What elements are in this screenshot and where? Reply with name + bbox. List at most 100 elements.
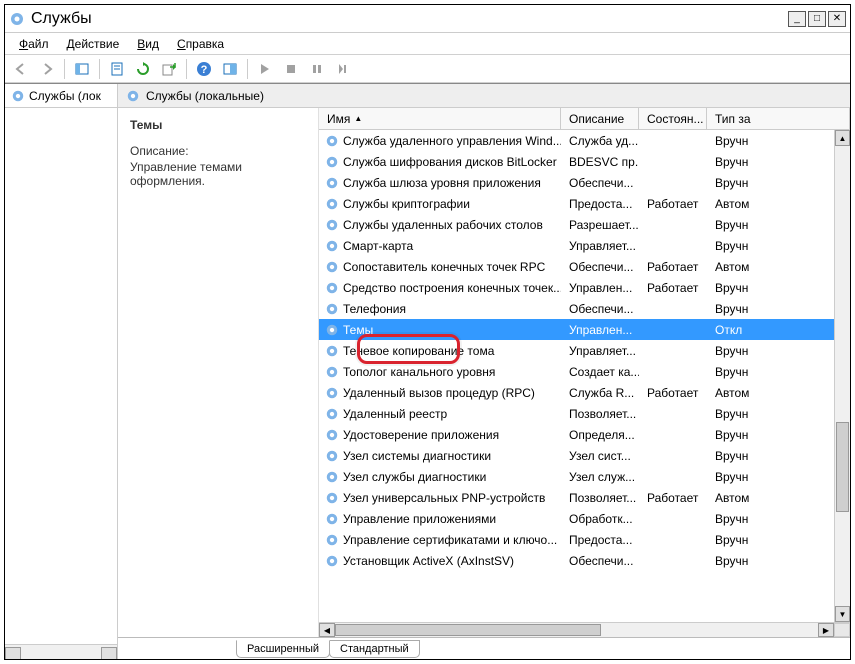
service-name: Темы — [343, 323, 373, 337]
stop-service-button[interactable] — [279, 57, 303, 81]
services-icon — [9, 11, 25, 27]
service-name: Узел системы диагностики — [343, 449, 491, 463]
service-desc: Узел сист... — [561, 449, 639, 463]
menubar: Файл Действие Вид Справка — [5, 33, 850, 55]
properties-button[interactable] — [105, 57, 129, 81]
gear-icon — [325, 155, 339, 169]
help-button[interactable]: ? — [192, 57, 216, 81]
service-startup: Вручн — [707, 554, 850, 568]
service-row[interactable]: Служба удаленного управления Wind...Служ… — [319, 130, 850, 151]
service-row[interactable]: ТемыУправлен...Откл — [319, 319, 850, 340]
column-status[interactable]: Состоян... — [639, 108, 707, 129]
menu-file[interactable]: Файл — [11, 35, 57, 53]
menu-help[interactable]: Справка — [169, 35, 232, 53]
service-row[interactable]: Узел системы диагностикиУзел сист...Вруч… — [319, 445, 850, 466]
gear-icon — [325, 449, 339, 463]
toolbar-panel-button[interactable] — [218, 57, 242, 81]
menu-view[interactable]: Вид — [129, 35, 167, 53]
service-status: Работает — [639, 197, 707, 211]
service-startup: Вручн — [707, 302, 850, 316]
maximize-button[interactable]: □ — [808, 11, 826, 27]
service-row[interactable]: Узел универсальных PNP-устройствПозволяе… — [319, 487, 850, 508]
column-desc[interactable]: Описание — [561, 108, 639, 129]
service-row[interactable]: Удаленный реестр Позволяет... Вручн — [319, 403, 850, 424]
service-row[interactable]: Сопоставитель конечных точек RPCОбеспечи… — [319, 256, 850, 277]
service-name: Установщик ActiveX (AxInstSV) — [343, 554, 514, 568]
column-name[interactable]: Имя▲ — [319, 108, 561, 129]
show-hide-tree-button[interactable] — [70, 57, 94, 81]
service-desc: Определя... — [561, 428, 639, 442]
service-desc: Позволяет... — [561, 407, 639, 421]
gear-icon — [325, 302, 339, 316]
gear-icon — [325, 134, 339, 148]
export-button[interactable] — [157, 57, 181, 81]
restart-service-button[interactable] — [331, 57, 355, 81]
service-row[interactable]: ТелефонияОбеспечи...Вручн — [319, 298, 850, 319]
gear-icon — [325, 386, 339, 400]
service-desc: Обеспечи... — [561, 554, 639, 568]
service-row[interactable]: Управление приложениямиОбработк...Вручн — [319, 508, 850, 529]
service-name: Служба шифрования дисков BitLocker — [343, 155, 557, 169]
tab-extended[interactable]: Расширенный — [236, 640, 330, 658]
list-h-scrollbar[interactable]: ◀ ▶ — [319, 622, 850, 637]
service-startup: Откл — [707, 323, 850, 337]
column-startup[interactable]: Тип за — [707, 108, 850, 129]
tree-root-item[interactable]: Службы (лок — [5, 84, 117, 108]
h-scroll-thumb[interactable] — [335, 624, 601, 636]
service-desc: Создает ка... — [561, 365, 639, 379]
service-name: Удаленный реестр — [343, 407, 447, 421]
service-row[interactable]: Удаленный вызов процедур (RPC)Служба R..… — [319, 382, 850, 403]
service-startup: Вручн — [707, 428, 850, 442]
service-row[interactable]: Служба шифрования дисков BitLockerBDESVC… — [319, 151, 850, 172]
window-title: Службы — [31, 10, 92, 28]
service-name: Управление сертификатами и ключо... — [343, 533, 557, 547]
list-v-scrollbar[interactable]: ▲ ▼ — [834, 130, 850, 622]
scroll-up-icon[interactable]: ▲ — [835, 130, 850, 146]
refresh-button[interactable] — [131, 57, 155, 81]
service-row[interactable]: Смарт-картаУправляет...Вручн — [319, 235, 850, 256]
service-row[interactable]: Службы удаленных рабочих столовРазрешает… — [319, 214, 850, 235]
service-row[interactable]: Тополог канального уровняСоздает ка...Вр… — [319, 361, 850, 382]
forward-button[interactable] — [35, 57, 59, 81]
service-startup: Вручн — [707, 407, 850, 421]
pause-service-button[interactable] — [305, 57, 329, 81]
gear-icon — [325, 470, 339, 484]
service-name: Средство построения конечных точек... — [343, 281, 561, 295]
service-name: Удаленный вызов процедур (RPC) — [343, 386, 535, 400]
service-name: Телефония — [343, 302, 406, 316]
gear-icon — [325, 323, 339, 337]
service-startup: Автом — [707, 386, 850, 400]
scroll-thumb[interactable] — [836, 422, 849, 512]
start-service-button[interactable] — [253, 57, 277, 81]
gear-icon — [325, 554, 339, 568]
minimize-button[interactable]: _ — [788, 11, 806, 27]
service-row[interactable]: Средство построения конечных точек...Упр… — [319, 277, 850, 298]
service-row[interactable]: Управление сертификатами и ключо...Предо… — [319, 529, 850, 550]
toolbar: ? — [5, 55, 850, 83]
scroll-down-icon[interactable]: ▼ — [835, 606, 850, 622]
service-startup: Вручн — [707, 134, 850, 148]
gear-icon — [325, 344, 339, 358]
gear-icon — [325, 197, 339, 211]
description-pane: Темы Описание: Управление темами оформле… — [118, 108, 318, 637]
service-name: Служба шлюза уровня приложения — [343, 176, 541, 190]
menu-action[interactable]: Действие — [59, 35, 128, 53]
service-row[interactable]: Удостоверение приложенияОпределя...Вручн — [319, 424, 850, 445]
gear-icon — [325, 533, 339, 547]
tab-standard[interactable]: Стандартный — [329, 640, 420, 658]
service-row[interactable]: Теневое копирование томаУправляет...Вруч… — [319, 340, 850, 361]
tree-h-scrollbar[interactable] — [5, 644, 117, 659]
service-row[interactable]: Служба шлюза уровня приложенияОбеспечи..… — [319, 172, 850, 193]
tree-pane: Службы (лок — [5, 84, 118, 659]
close-button[interactable]: ✕ — [828, 11, 846, 27]
back-button[interactable] — [9, 57, 33, 81]
service-row[interactable]: Установщик ActiveX (AxInstSV) Обеспечи...… — [319, 550, 850, 571]
service-row[interactable]: Службы криптографииПредоста...РаботаетАв… — [319, 193, 850, 214]
scroll-right-icon[interactable]: ▶ — [818, 623, 834, 637]
service-desc: Управляет... — [561, 239, 639, 253]
service-startup: Вручн — [707, 344, 850, 358]
view-tabs: Расширенный Стандартный — [118, 637, 850, 659]
service-row[interactable]: Узел службы диагностикиУзел служ...Вручн — [319, 466, 850, 487]
service-startup: Автом — [707, 197, 850, 211]
scroll-left-icon[interactable]: ◀ — [319, 623, 335, 637]
